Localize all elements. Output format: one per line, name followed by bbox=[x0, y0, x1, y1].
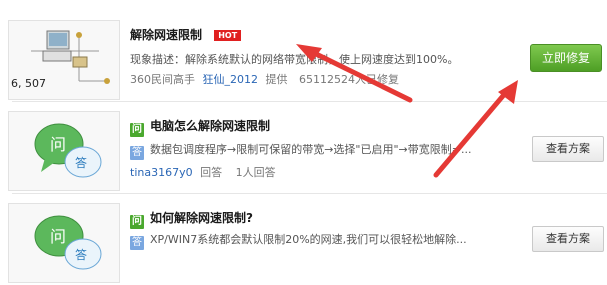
thumb-answer-text: 答 bbox=[75, 247, 87, 262]
annotation-arrows bbox=[296, 44, 518, 178]
arrow-to-description bbox=[296, 44, 413, 103]
arrow-to-button bbox=[433, 80, 518, 178]
